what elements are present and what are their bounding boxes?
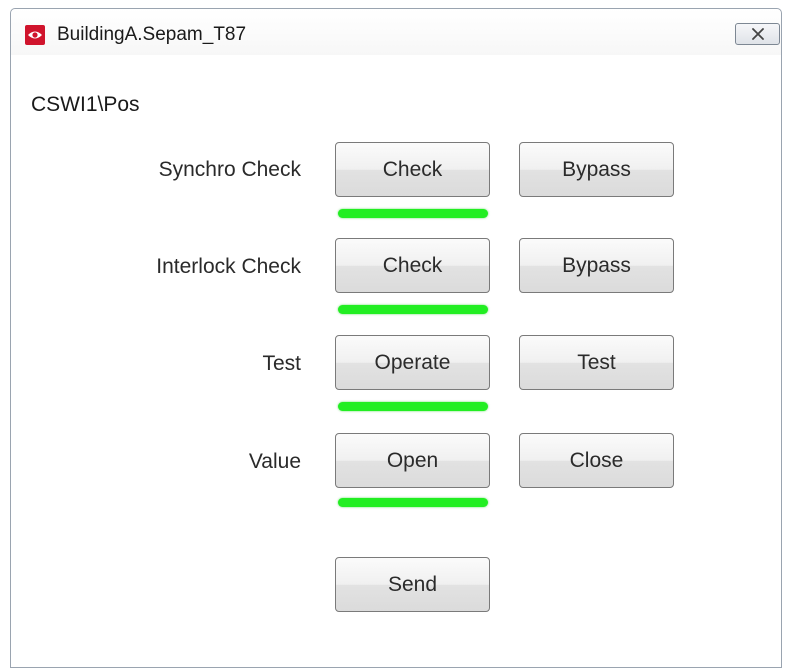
title-bar: BuildingA.Sepam_T87 — [11, 9, 781, 55]
interlock-check-button[interactable]: Check — [335, 238, 490, 293]
send-button[interactable]: Send — [335, 557, 490, 612]
window-title: BuildingA.Sepam_T87 — [57, 24, 247, 45]
synchro-check-indicator — [338, 209, 488, 218]
synchro-check-label: Synchro Check — [158, 158, 301, 181]
close-icon — [751, 28, 764, 40]
object-path-label: CSWI1\Pos — [31, 93, 140, 116]
value-label: Value — [248, 450, 301, 473]
test-label: Test — [262, 352, 301, 375]
operate-button[interactable]: Operate — [335, 335, 490, 390]
test-indicator — [338, 402, 488, 411]
dialog-window: BuildingA.Sepam_T87 CSWI1\Pos Synchro Ch… — [10, 8, 782, 668]
close-button[interactable] — [735, 23, 780, 45]
synchro-check-button[interactable]: Check — [335, 142, 490, 197]
interlock-bypass-button[interactable]: Bypass — [519, 238, 674, 293]
interlock-check-label: Interlock Check — [156, 255, 301, 278]
interlock-check-indicator — [338, 305, 488, 314]
synchro-bypass-button[interactable]: Bypass — [519, 142, 674, 197]
value-indicator — [338, 498, 488, 507]
app-logo-icon — [25, 25, 45, 45]
open-button[interactable]: Open — [335, 433, 490, 488]
test-button[interactable]: Test — [519, 335, 674, 390]
close-value-button[interactable]: Close — [519, 433, 674, 488]
